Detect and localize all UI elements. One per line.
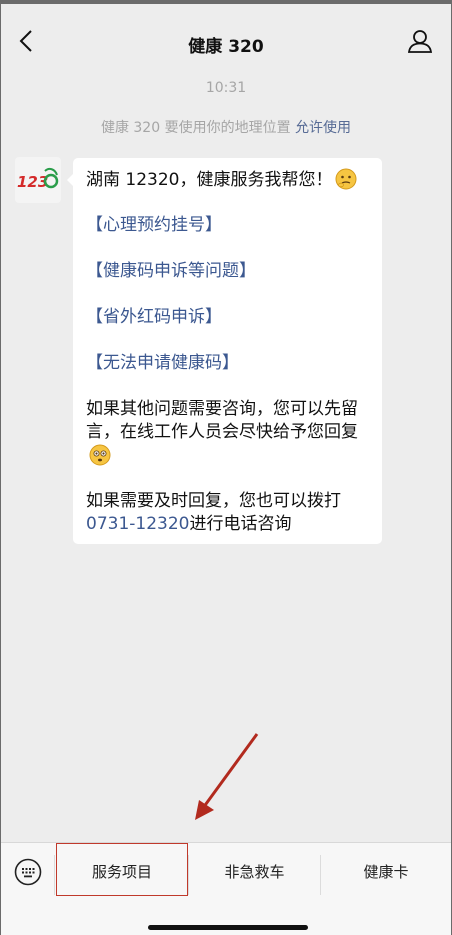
location-notice: 健康 320 要使用你的地理位置 允许使用	[1, 117, 451, 137]
phone-suffix: 进行电话咨询	[189, 514, 292, 534]
menu-non-emergency-ambulance[interactable]: 非急救车	[189, 843, 320, 901]
leave-message-paragraph: 如果其他问题需要咨询，您可以先留言，在线工作人员会尽快给予您回复	[86, 398, 370, 468]
greeting-text: 湖南 12320，健康服务我帮您！	[86, 170, 333, 190]
phone-prefix: 如果需要及时回复，您也可以拨打	[86, 491, 341, 511]
menu-divider	[54, 855, 55, 895]
page-title: 健康 320	[188, 37, 264, 57]
nav-bar: 健康 320	[1, 4, 451, 78]
chat-bubble: 湖南 12320，健康服务我帮您！ 【心理预约挂号】 【健康码申诉等问题】 【省…	[67, 158, 382, 544]
menu-link-health-code-appeal[interactable]: 【健康码申诉等问题】	[86, 260, 370, 284]
greeting-line: 湖南 12320，健康服务我帮您！	[86, 168, 370, 192]
location-notice-text: 健康 320 要使用你的地理位置	[100, 120, 291, 136]
home-indicator[interactable]	[148, 925, 308, 930]
user-icon[interactable]	[407, 28, 433, 54]
avatar[interactable]: 123	[15, 157, 61, 203]
logo-12320-icon: 123	[17, 167, 59, 191]
allow-location-link[interactable]: 允许使用	[295, 120, 351, 136]
menu-link-cannot-apply[interactable]: 【无法申请健康码】	[86, 352, 370, 376]
leave-message-text: 如果其他问题需要咨询，您可以先留言，在线工作人员会尽快给予您回复	[86, 399, 358, 442]
menu-link-red-code-appeal[interactable]: 【省外红码申诉】	[86, 306, 370, 330]
highlight-box	[56, 843, 188, 896]
message-timestamp: 10:31	[205, 80, 247, 96]
bottom-menu-bar: 服务项目 非急救车 健康卡	[1, 842, 451, 935]
phone-number-link[interactable]: 0731-12320	[86, 514, 189, 534]
svg-text:123: 123	[17, 173, 48, 191]
menu-link-psych-appointment[interactable]: 【心理预约挂号】	[86, 214, 370, 238]
annotation-arrow	[195, 733, 259, 820]
phone-paragraph: 如果需要及时回复，您也可以拨打 0731-12320进行电话咨询	[86, 490, 370, 536]
thinking-emoji-icon	[335, 168, 357, 190]
keyboard-icon[interactable]	[14, 858, 42, 886]
menu-health-card[interactable]: 健康卡	[321, 843, 451, 901]
blushing-emoji-icon	[89, 444, 111, 466]
